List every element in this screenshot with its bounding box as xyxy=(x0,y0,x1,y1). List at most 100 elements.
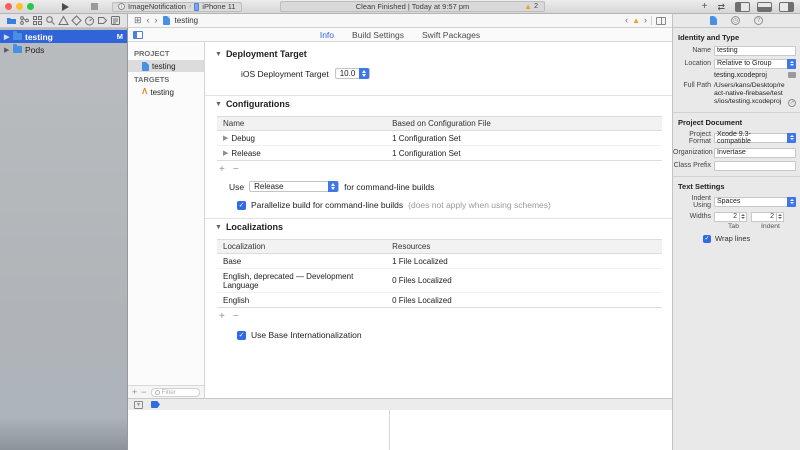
section-disclosure-icon[interactable]: ▼ xyxy=(215,101,222,108)
scheme-icon: i xyxy=(118,3,125,10)
section-configurations[interactable]: ▼ Configurations xyxy=(205,96,672,112)
remove-localization-button[interactable]: − xyxy=(233,312,239,322)
scheme-selector[interactable]: i ImageNotification › iPhone 11 xyxy=(112,2,242,12)
disclosure-triangle-icon[interactable]: ▶ xyxy=(223,134,228,142)
sidebar-item-project-testing[interactable]: testing xyxy=(128,60,204,72)
reveal-in-finder-icon[interactable] xyxy=(788,72,796,78)
dropdown-arrows-icon xyxy=(359,68,369,79)
add-target-button[interactable]: + xyxy=(132,388,137,397)
remove-target-button[interactable]: − xyxy=(141,388,146,397)
tab-build-settings[interactable]: Build Settings xyxy=(352,30,404,40)
base-internationalization-label: Use Base Internationalization xyxy=(251,330,362,340)
warning-count[interactable]: ▲ 2 xyxy=(524,2,538,11)
related-items-icon[interactable]: ⊞ xyxy=(134,16,142,25)
wrap-lines-checkbox[interactable]: ✓ xyxy=(703,235,711,243)
file-inspector-icon[interactable] xyxy=(710,16,717,25)
project-info-content: ▼ Deployment Target iOS Deployment Targe… xyxy=(205,42,672,398)
disclosure-triangle-icon[interactable]: ▶ xyxy=(223,149,228,157)
organization-field[interactable]: Invertase xyxy=(714,148,796,158)
ios-deployment-target-dropdown[interactable]: 10.0 xyxy=(335,68,371,79)
history-inspector-icon[interactable]: ◷ xyxy=(731,16,740,25)
section-disclosure-icon[interactable]: ▼ xyxy=(215,224,222,231)
back-button[interactable]: ‹ xyxy=(147,16,150,25)
project-file-icon xyxy=(142,62,149,71)
previous-issue-button[interactable]: ‹ xyxy=(625,16,628,25)
section-deployment-target[interactable]: ▼ Deployment Target xyxy=(205,46,672,62)
table-row-english[interactable]: English 0 Files Localized xyxy=(217,293,662,307)
quick-help-inspector-icon[interactable]: ? xyxy=(754,16,763,25)
indent-width-stepper[interactable]: 2 xyxy=(751,212,784,222)
code-review-button[interactable] xyxy=(656,17,666,25)
widths-label: Widths xyxy=(673,213,711,220)
next-issue-button[interactable]: › xyxy=(644,16,647,25)
variables-view[interactable] xyxy=(128,410,390,450)
indent-using-dropdown[interactable]: Spaces xyxy=(714,197,796,207)
run-button[interactable] xyxy=(62,3,69,11)
debug-navigator-icon[interactable] xyxy=(84,15,95,26)
console-view[interactable] xyxy=(390,410,672,450)
project-navigator-icon[interactable] xyxy=(6,15,17,26)
editor-mode-button[interactable]: ⇄ xyxy=(717,1,725,13)
forward-button[interactable]: › xyxy=(155,16,158,25)
command-line-config-dropdown[interactable]: Release xyxy=(249,181,339,192)
search-navigator-icon[interactable] xyxy=(45,15,56,26)
full-path-label: Full Path xyxy=(673,82,711,89)
file-icon xyxy=(163,16,170,25)
zoom-window-button[interactable] xyxy=(27,3,34,10)
table-row-base[interactable]: Base 1 File Localized xyxy=(217,254,662,269)
location-dropdown[interactable]: Relative to Group xyxy=(714,59,796,69)
breakpoints-toggle-icon[interactable] xyxy=(151,401,160,408)
device-icon xyxy=(194,3,199,11)
filter-input[interactable]: Filter xyxy=(151,388,200,397)
minimize-window-button[interactable] xyxy=(16,3,23,10)
add-configuration-button[interactable]: + xyxy=(219,165,225,175)
hide-debug-area-button[interactable]: ▼ xyxy=(134,401,143,409)
jumpbar-file-name[interactable]: testing xyxy=(175,16,199,25)
stop-button[interactable] xyxy=(91,3,98,10)
class-prefix-field[interactable] xyxy=(714,161,796,171)
navigator-item-testing[interactable]: ▶ testing M xyxy=(0,30,127,43)
section-disclosure-icon[interactable]: ▼ xyxy=(215,51,222,58)
issue-warning-icon[interactable]: ▲ xyxy=(632,16,640,25)
test-navigator-icon[interactable] xyxy=(71,15,82,26)
remove-configuration-button[interactable]: − xyxy=(233,165,239,175)
text-settings-section-title: Text Settings xyxy=(673,179,800,193)
open-path-arrow-icon[interactable]: ↗ xyxy=(788,99,796,107)
issue-navigator-icon[interactable] xyxy=(58,15,69,26)
table-row-release[interactable]: ▶Release 1 Configuration Set xyxy=(217,146,662,160)
tab-swift-packages[interactable]: Swift Packages xyxy=(422,30,480,40)
dropdown-arrows-icon xyxy=(328,181,338,192)
report-navigator-icon[interactable] xyxy=(110,15,121,26)
toggle-inspector-button[interactable] xyxy=(779,2,794,12)
project-icon xyxy=(13,46,22,53)
tab-width-stepper[interactable]: 2 xyxy=(714,212,747,222)
use-label: Use xyxy=(229,182,244,192)
section-localizations[interactable]: ▼ Localizations xyxy=(205,219,672,235)
library-add-button[interactable]: + xyxy=(702,1,708,13)
disclosure-triangle-icon[interactable]: ▶ xyxy=(4,33,10,41)
close-window-button[interactable] xyxy=(5,3,12,10)
table-row-debug[interactable]: ▶Debug 1 Configuration Set xyxy=(217,131,662,146)
project-targets-sidebar: PROJECT testing TARGETS Λ testing + − xyxy=(128,42,205,398)
name-field[interactable]: testing xyxy=(714,46,796,56)
app-target-icon: Λ xyxy=(142,88,147,96)
tab-info[interactable]: Info xyxy=(320,30,334,40)
add-localization-button[interactable]: + xyxy=(219,312,225,322)
base-internationalization-checkbox[interactable]: ✓ xyxy=(237,331,246,340)
toggle-navigator-button[interactable] xyxy=(735,2,750,12)
disclosure-triangle-icon[interactable]: ▶ xyxy=(4,46,10,54)
parallelize-checkbox[interactable]: ✓ xyxy=(237,201,246,210)
main-toolbar: i ImageNotification › iPhone 11 Clean Fi… xyxy=(0,0,800,14)
toggle-project-sidebar-icon[interactable] xyxy=(133,31,143,39)
project-format-dropdown[interactable]: Xcode 9.3-compatible xyxy=(714,133,796,143)
navigator-item-pods[interactable]: ▶ Pods xyxy=(0,43,127,56)
breakpoint-navigator-icon[interactable] xyxy=(97,15,108,26)
sidebar-item-target-testing[interactable]: Λ testing xyxy=(128,86,204,98)
stepper-arrows-icon[interactable] xyxy=(740,212,747,222)
source-control-navigator-icon[interactable] xyxy=(19,15,30,26)
stepper-arrows-icon[interactable] xyxy=(777,212,784,222)
table-row-english-deprecated[interactable]: English, deprecated — Development Langua… xyxy=(217,269,662,293)
symbol-navigator-icon[interactable] xyxy=(32,15,43,26)
toggle-debug-area-button[interactable] xyxy=(757,2,772,12)
status-text: Clean Finished | Today at 9:57 pm xyxy=(356,2,470,11)
